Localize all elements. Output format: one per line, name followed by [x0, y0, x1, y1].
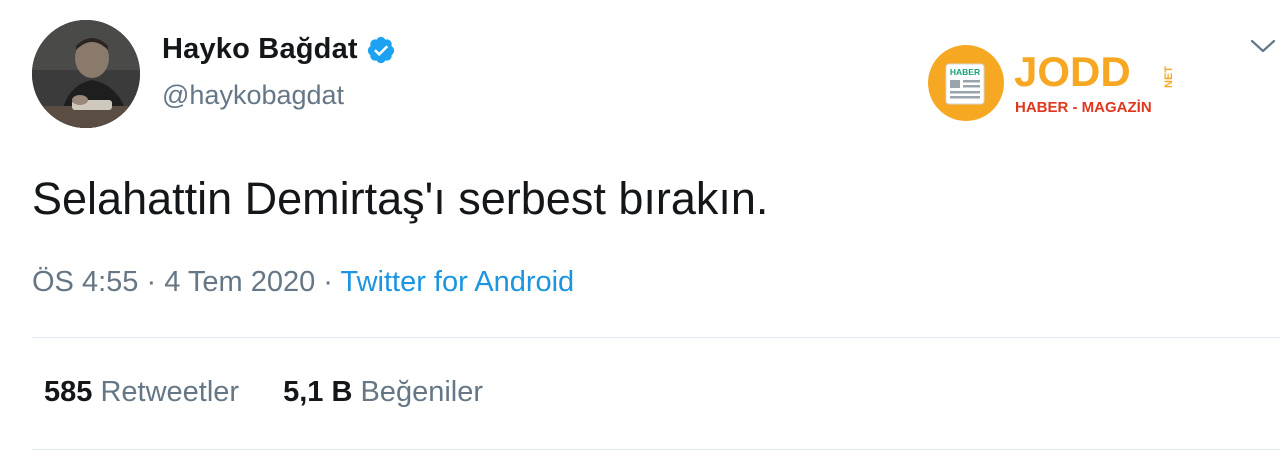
tweet-text: Selahattin Demirtaş'ı serbest bırakın. [32, 173, 769, 224]
watermark-badge-text: HABER [950, 67, 980, 77]
user-handle[interactable]: @haykobagdat [162, 80, 344, 111]
likes-label: Beğeniler [360, 376, 483, 408]
avatar[interactable] [32, 20, 140, 128]
likes-count: 5,1 B [283, 376, 353, 408]
meta-separator: · [138, 266, 165, 298]
tweet-date[interactable]: 4 Tem 2020 [164, 266, 315, 298]
watermark-brand: JODD [1014, 48, 1131, 95]
retweets-label: Retweetler [100, 376, 240, 408]
tweet-card: Hayko Bağdat @haykobagdat HABER JODD NET… [0, 0, 1280, 452]
watermark-suffix: NET [1163, 66, 1175, 88]
tweet-source-link[interactable]: Twitter for Android [340, 266, 574, 298]
retweets-stat[interactable]: 585 Retweetler [44, 376, 239, 409]
divider [32, 449, 1280, 450]
likes-stat[interactable]: 5,1 B Beğeniler [283, 376, 483, 409]
verified-badge-icon [366, 35, 396, 65]
divider [32, 337, 1280, 338]
tweet-stats: 585 Retweetler 5,1 B Beğeniler [44, 376, 483, 409]
watermark-logo: HABER JODD NET HABER - MAGAZİN [926, 42, 1186, 124]
retweets-count: 585 [44, 376, 93, 408]
watermark-tagline: HABER - MAGAZİN [1015, 99, 1152, 116]
meta-separator: · [315, 266, 341, 298]
tweet-time[interactable]: ÖS 4:55 [32, 266, 138, 298]
display-name[interactable]: Hayko Bağdat [162, 33, 358, 66]
chevron-down-icon[interactable] [1248, 34, 1278, 58]
tweet-meta: ÖS 4:55 · 4 Tem 2020 · Twitter for Andro… [32, 266, 574, 299]
user-name-row[interactable]: Hayko Bağdat [162, 33, 396, 66]
